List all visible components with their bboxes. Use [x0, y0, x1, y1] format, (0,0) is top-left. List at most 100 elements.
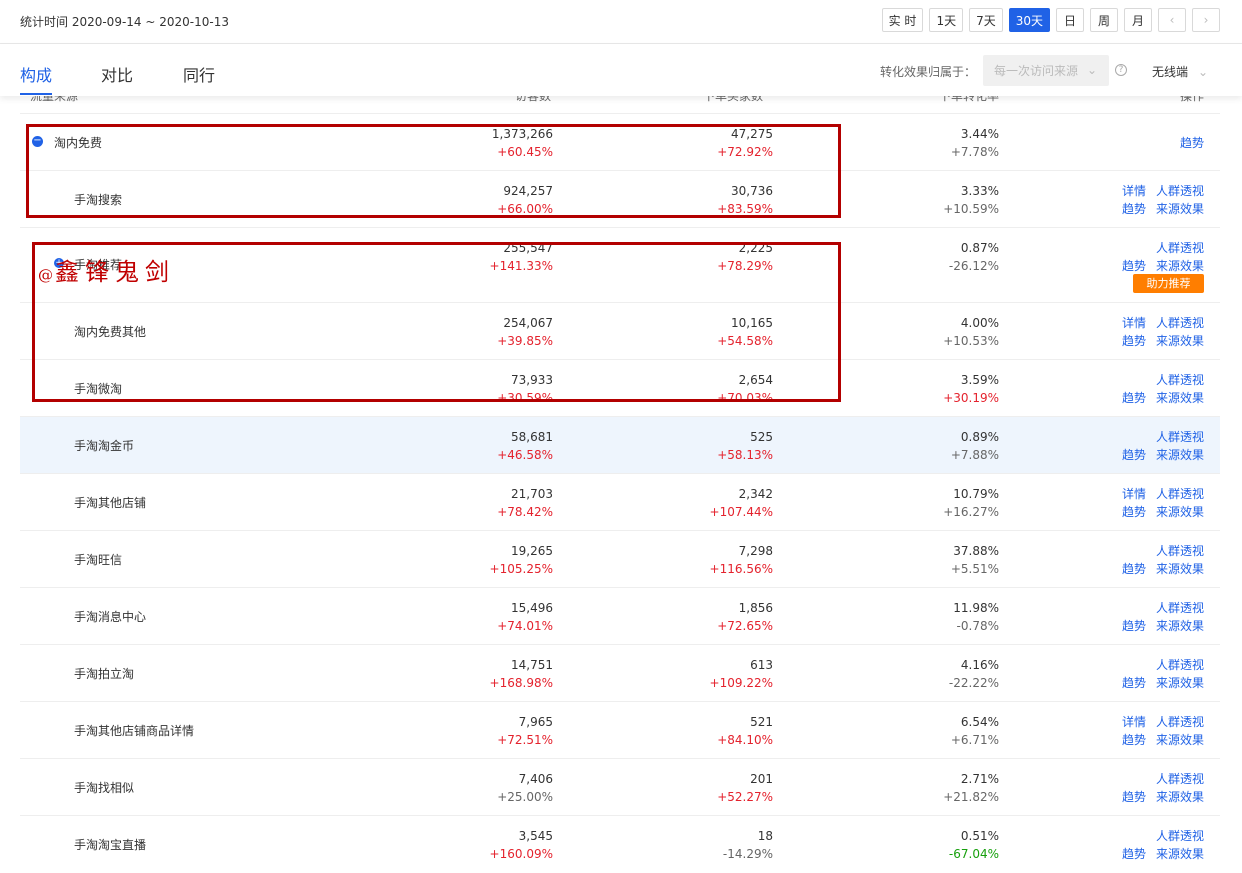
source-effect-link[interactable]: 来源效果 — [1156, 448, 1204, 462]
crowd-link[interactable]: 人群透视 — [1156, 829, 1204, 843]
watermark: @鑫锋鬼剑 — [38, 252, 175, 287]
rate-delta: +6.71% — [950, 733, 999, 747]
buyers-delta: +54.58% — [717, 334, 773, 348]
trend-link[interactable]: 趋势 — [1122, 676, 1146, 690]
tab-peers[interactable]: 同行 — [183, 62, 215, 86]
boost-recommend-button[interactable]: 助力推荐 — [1133, 274, 1204, 293]
period-30day-button[interactable]: 30天 — [1008, 8, 1050, 32]
detail-link[interactable]: 详情 — [1122, 487, 1146, 501]
crowd-link[interactable]: 人群透视 — [1156, 487, 1204, 501]
crowd-link[interactable]: 人群透视 — [1156, 184, 1204, 198]
tab-compare[interactable]: 对比 — [101, 62, 133, 86]
visitors-value: 19,265 — [511, 544, 553, 558]
device-value: 无线端 — [1152, 65, 1189, 79]
table-row: 淘内免费其他 254,067 +39.85% 10,165 +54.58% 4.00… — [20, 302, 1220, 359]
tab-composition[interactable]: 构成 — [20, 62, 52, 86]
rate-value: 3.59% — [960, 373, 999, 387]
table-row: 手淘搜索 924,257 +66.00% 30,736 +83.59% 3.33% +… — [20, 170, 1220, 227]
crowd-link[interactable]: 人群透视 — [1156, 316, 1204, 330]
trend-link[interactable]: 趋势 — [1122, 259, 1146, 273]
buyers-value: 1,856 — [738, 601, 773, 615]
source-effect-link[interactable]: 来源效果 — [1156, 334, 1204, 348]
visitors-delta: +72.51% — [497, 733, 553, 747]
rate-value: 0.87% — [960, 241, 999, 255]
visitors-delta: +60.45% — [497, 145, 553, 159]
detail-link[interactable]: 详情 — [1122, 184, 1146, 198]
source-effect-link[interactable]: 来源效果 — [1156, 505, 1204, 519]
period-week-button[interactable]: 周 — [1090, 8, 1118, 32]
trend-link[interactable]: 趋势 — [1122, 202, 1146, 216]
buyers-value: 525 — [750, 430, 773, 444]
table-row: 手淘其他店铺 21,703 +78.42% 2,342 +107.44% 10.79… — [20, 473, 1220, 530]
device-select[interactable]: 无线端 ⌄ — [1152, 63, 1208, 80]
visitors-value: 7,406 — [518, 772, 553, 786]
buyers-value: 521 — [750, 715, 773, 729]
crowd-link[interactable]: 人群透视 — [1156, 430, 1204, 444]
source-effect-link[interactable]: 来源效果 — [1156, 562, 1204, 576]
rate-value: 4.16% — [960, 658, 999, 672]
crowd-link[interactable]: 人群透视 — [1156, 241, 1204, 255]
attribution-select[interactable]: 每一次访问来源 ⌄ — [983, 55, 1109, 86]
period-7day-button[interactable]: 7天 — [969, 8, 1003, 32]
source-effect-link[interactable]: 来源效果 — [1156, 790, 1204, 804]
buyers-delta: +58.13% — [717, 448, 773, 462]
chevron-down-icon: ⌄ — [1198, 65, 1209, 79]
period-1day-button[interactable]: 1天 — [929, 8, 964, 32]
trend-link[interactable]: 趋势 — [1122, 847, 1146, 861]
period-realtime-button[interactable]: 实 时 — [881, 8, 924, 32]
crowd-link[interactable]: 人群透视 — [1156, 772, 1204, 786]
buyers-delta: +109.22% — [709, 676, 773, 690]
visitors-delta: +46.58% — [497, 448, 553, 462]
table-row: 手淘淘金币 58,681 +46.58% 525 +58.13% 0.89% +7.8… — [20, 416, 1220, 473]
buyers-value: 47,275 — [731, 127, 773, 141]
buyers-delta: +116.56% — [709, 562, 773, 576]
crowd-link[interactable]: 人群透视 — [1156, 658, 1204, 672]
crowd-link[interactable]: 人群透视 — [1156, 373, 1204, 387]
source-effect-link[interactable]: 来源效果 — [1156, 733, 1204, 747]
source-effect-link[interactable]: 来源效果 — [1156, 202, 1204, 216]
period-day-button[interactable]: 日 — [1056, 8, 1084, 32]
chevron-down-icon: ⌄ — [1086, 63, 1097, 77]
source-effect-link[interactable]: 来源效果 — [1156, 391, 1204, 405]
trend-link[interactable]: 趋势 — [1122, 619, 1146, 633]
watermark-at: @ — [38, 266, 53, 284]
rate-value: 6.54% — [960, 715, 999, 729]
detail-link[interactable]: 详情 — [1122, 715, 1146, 729]
help-icon[interactable]: ? — [1115, 64, 1127, 76]
trend-link[interactable]: 趋势 — [1122, 733, 1146, 747]
source-effect-link[interactable]: 来源效果 — [1156, 847, 1204, 861]
buyers-value: 18 — [757, 829, 773, 843]
buyers-delta: -14.29% — [722, 847, 773, 861]
trend-link[interactable]: 趋势 — [1122, 391, 1146, 405]
source-effect-link[interactable]: 来源效果 — [1156, 676, 1204, 690]
rate-value: 0.89% — [960, 430, 999, 444]
buyers-value: 30,736 — [731, 184, 773, 198]
visitors-delta: +74.01% — [497, 619, 553, 633]
collapse-icon[interactable]: − — [32, 136, 43, 147]
table-row: 手淘找相似 7,406 +25.00% 201 +52.27% 2.71% +21.8… — [20, 758, 1220, 815]
detail-link[interactable]: 详情 — [1122, 316, 1146, 330]
trend-link[interactable]: 趋势 — [1122, 562, 1146, 576]
trend-link[interactable]: 趋势 — [1122, 505, 1146, 519]
source-name: 手淘其他店铺商品详情 — [74, 724, 195, 738]
trend-link[interactable]: 趋势 — [1180, 136, 1204, 150]
chevron-right-icon[interactable]: › — [1192, 8, 1220, 32]
rate-delta: +7.88% — [950, 448, 999, 462]
trend-link[interactable]: 趋势 — [1122, 334, 1146, 348]
buyers-delta: +78.29% — [717, 259, 773, 273]
crowd-link[interactable]: 人群透视 — [1156, 715, 1204, 729]
source-effect-link[interactable]: 来源效果 — [1156, 259, 1204, 273]
chevron-left-icon[interactable]: ‹ — [1158, 8, 1186, 32]
trend-link[interactable]: 趋势 — [1122, 790, 1146, 804]
rate-delta: +10.59% — [943, 202, 999, 216]
source-effect-link[interactable]: 来源效果 — [1156, 619, 1204, 633]
period-month-button[interactable]: 月 — [1124, 8, 1152, 32]
source-name: 淘内免费 — [54, 136, 103, 150]
crowd-link[interactable]: 人群透视 — [1156, 601, 1204, 615]
visitors-value: 58,681 — [511, 430, 553, 444]
buyers-delta: +72.65% — [717, 619, 773, 633]
rate-delta: +16.27% — [943, 505, 999, 519]
trend-link[interactable]: 趋势 — [1122, 448, 1146, 462]
visitors-value: 255,547 — [503, 241, 553, 255]
crowd-link[interactable]: 人群透视 — [1156, 544, 1204, 558]
